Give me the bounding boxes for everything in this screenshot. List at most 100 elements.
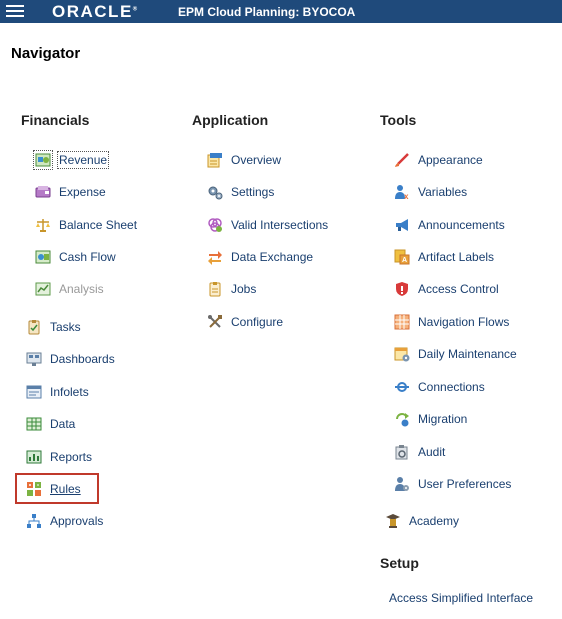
- nav-approvals-label: Approvals: [50, 514, 104, 528]
- tool-artifact-labels-label: Artifact Labels: [418, 250, 495, 264]
- nav-infolets[interactable]: Infolets: [26, 382, 89, 402]
- card-balance-sheet-label: Balance Sheet: [59, 218, 138, 232]
- reports-icon: [26, 449, 42, 465]
- card-revenue-label: Revenue: [56, 151, 110, 169]
- tool-user-preferences[interactable]: User Preferences: [394, 474, 511, 494]
- academy-icon: [385, 513, 401, 529]
- approvals-icon: [26, 513, 42, 529]
- rules-icon: [26, 481, 42, 497]
- app-settings-label: Settings: [231, 185, 275, 199]
- page-title: Navigator: [11, 45, 81, 62]
- variables-icon: x: [394, 184, 410, 200]
- app-valid-intersections-label: Valid Intersections: [231, 218, 329, 232]
- tool-appearance[interactable]: Appearance: [394, 150, 483, 170]
- nav-dashboards[interactable]: Dashboards: [26, 349, 115, 369]
- setup-heading: Setup: [380, 555, 419, 571]
- application-heading: Application: [192, 112, 269, 128]
- nav-tasks[interactable]: Tasks: [26, 317, 81, 337]
- nav-reports[interactable]: Reports: [26, 447, 92, 467]
- tool-audit[interactable]: Audit: [394, 442, 445, 462]
- tool-navigation-flows[interactable]: Navigation Flows: [394, 312, 509, 332]
- app-data-exchange-label: Data Exchange: [231, 250, 314, 264]
- tool-variables-label: Variables: [418, 185, 468, 199]
- tools-heading: Tools: [380, 112, 417, 128]
- nav-infolets-label: Infolets: [50, 385, 89, 399]
- navigation-flows-icon: [394, 314, 410, 330]
- valid-intersections-icon: [207, 217, 223, 233]
- tool-migration-label: Migration: [418, 412, 468, 426]
- configure-tools-icon: [207, 314, 223, 330]
- app-configure-label: Configure: [231, 315, 284, 329]
- tool-access-control-label: Access Control: [418, 282, 499, 296]
- data-exchange-icon: [207, 249, 223, 265]
- access-simplified-interface-link[interactable]: Access Simplified Interface: [389, 591, 533, 605]
- card-analysis-label: Analysis: [59, 282, 104, 296]
- tool-connections[interactable]: Connections: [394, 377, 485, 397]
- data-grid-icon: [26, 416, 42, 432]
- app-jobs[interactable]: Jobs: [207, 279, 256, 299]
- artifact-labels-icon: A: [394, 249, 410, 265]
- dashboards-icon: [26, 351, 42, 367]
- financials-heading: Financials: [21, 112, 90, 128]
- app-configure[interactable]: Configure: [207, 312, 283, 332]
- card-analysis: Analysis: [35, 279, 104, 299]
- nav-tasks-label: Tasks: [50, 320, 81, 334]
- svg-text:x: x: [404, 192, 409, 200]
- daily-maintenance-icon: [394, 346, 410, 362]
- card-cash-flow[interactable]: Cash Flow: [35, 247, 116, 267]
- tool-user-preferences-label: User Preferences: [418, 477, 512, 491]
- tool-variables[interactable]: x Variables: [394, 182, 467, 202]
- app-overview[interactable]: Overview: [207, 150, 281, 170]
- app-data-exchange[interactable]: Data Exchange: [207, 247, 313, 267]
- svg-text:A: A: [402, 257, 407, 264]
- app-overview-label: Overview: [231, 153, 282, 167]
- tool-navigation-flows-label: Navigation Flows: [418, 315, 510, 329]
- hamburger-menu-icon[interactable]: [6, 5, 24, 18]
- card-expense[interactable]: Expense: [35, 182, 106, 202]
- nav-approvals[interactable]: Approvals: [26, 511, 103, 531]
- settings-gear-icon: [207, 184, 223, 200]
- app-title: EPM Cloud Planning: BYOCOA: [178, 5, 356, 19]
- tool-access-control[interactable]: Access Control: [394, 279, 499, 299]
- logo-text: ORACLE: [52, 2, 133, 21]
- expense-icon: [35, 184, 51, 200]
- card-expense-label: Expense: [59, 185, 106, 199]
- tool-connections-label: Connections: [418, 380, 485, 394]
- nav-academy[interactable]: Academy: [385, 511, 459, 531]
- infolets-icon: [26, 384, 42, 400]
- card-cash-flow-label: Cash Flow: [59, 250, 116, 264]
- top-bar: ORACLE® EPM Cloud Planning: BYOCOA: [0, 0, 562, 23]
- overview-icon: [207, 152, 223, 168]
- tool-announcements-label: Announcements: [418, 218, 505, 232]
- tool-daily-maintenance-label: Daily Maintenance: [418, 347, 517, 361]
- jobs-icon: [207, 281, 223, 297]
- app-valid-intersections[interactable]: Valid Intersections: [207, 215, 328, 235]
- user-preferences-icon: [394, 476, 410, 492]
- tool-migration[interactable]: Migration: [394, 409, 467, 429]
- nav-dashboards-label: Dashboards: [50, 352, 115, 366]
- tasks-icon: [26, 319, 42, 335]
- cash-flow-icon: [35, 249, 51, 265]
- revenue-icon: [33, 150, 53, 170]
- audit-icon: [394, 444, 410, 460]
- tool-artifact-labels[interactable]: A Artifact Labels: [394, 247, 494, 267]
- nav-rules[interactable]: Rules: [26, 479, 81, 499]
- migration-icon: [394, 411, 410, 427]
- tool-appearance-label: Appearance: [418, 153, 483, 167]
- card-revenue[interactable]: Revenue: [33, 150, 110, 170]
- announcements-megaphone-icon: [394, 217, 410, 233]
- app-settings[interactable]: Settings: [207, 182, 274, 202]
- card-balance-sheet[interactable]: Balance Sheet: [35, 215, 137, 235]
- access-control-shield-icon: [394, 281, 410, 297]
- tool-daily-maintenance[interactable]: Daily Maintenance: [394, 344, 517, 364]
- nav-reports-label: Reports: [50, 450, 93, 464]
- analysis-icon: [35, 281, 51, 297]
- oracle-logo: ORACLE®: [52, 2, 138, 21]
- nav-rules-label: Rules: [50, 482, 81, 496]
- appearance-brush-icon: [394, 152, 410, 168]
- tool-audit-label: Audit: [418, 445, 446, 459]
- tool-announcements[interactable]: Announcements: [394, 215, 505, 235]
- balance-scale-icon: [35, 217, 51, 233]
- nav-data[interactable]: Data: [26, 414, 75, 434]
- app-jobs-label: Jobs: [231, 282, 257, 296]
